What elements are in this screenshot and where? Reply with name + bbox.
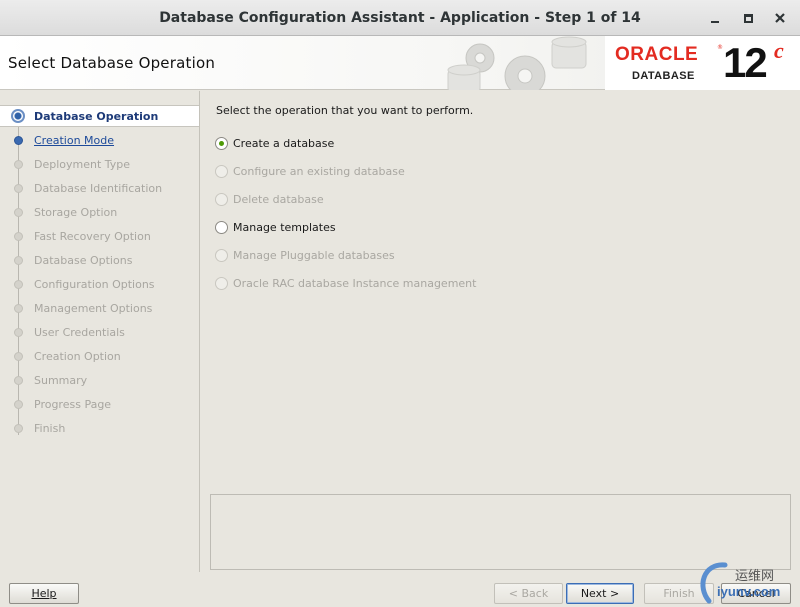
radio-icon[interactable]: [215, 192, 228, 206]
step-item-progress-page[interactable]: Progress Page: [0, 393, 199, 415]
help-button[interactable]: Help: [9, 583, 79, 604]
step-label: Progress Page: [34, 397, 112, 411]
radio-icon[interactable]: [215, 164, 228, 178]
step-status-icon: [14, 375, 23, 385]
oracle-wordmark: ORACLE: [615, 44, 699, 65]
cancel-button-label: Cancel: [737, 587, 775, 600]
radio-icon[interactable]: [215, 220, 228, 234]
header-banner: Select Database Operation ORACLE ® DATAB…: [0, 36, 800, 90]
option-label: Manage Pluggable databases: [233, 248, 395, 262]
step-label: Summary: [34, 373, 88, 387]
step-status-icon: [14, 207, 23, 217]
step-status-icon: [14, 135, 23, 145]
maximize-button[interactable]: [733, 0, 763, 36]
window-title: Database Configuration Assistant - Appli…: [159, 9, 641, 26]
step-item-user-credentials[interactable]: User Credentials: [0, 321, 199, 343]
next-button[interactable]: Next >: [566, 583, 634, 604]
option-label: Delete database: [233, 192, 324, 206]
step-item-storage-option[interactable]: Storage Option: [0, 201, 199, 223]
back-button[interactable]: < Back: [494, 583, 563, 604]
option-label: Create a database: [233, 136, 335, 150]
step-label: Fast Recovery Option: [34, 229, 151, 243]
step-label: Configuration Options: [34, 277, 155, 291]
step-status-icon: [14, 399, 23, 409]
step-item-database-operation[interactable]: Database Operation: [0, 105, 199, 127]
step-label: Database Operation: [34, 109, 159, 123]
option-label: Manage templates: [233, 220, 336, 234]
option-configure-an-existing-database[interactable]: Configure an existing database: [215, 162, 405, 180]
gears-illustration-icon: [447, 36, 587, 90]
step-status-icon: [14, 255, 23, 265]
close-button[interactable]: [765, 0, 795, 36]
step-item-database-options[interactable]: Database Options: [0, 249, 199, 271]
step-status-icon: [14, 351, 23, 361]
radio-icon[interactable]: [215, 136, 228, 150]
step-label: Storage Option: [34, 205, 118, 219]
step-status-icon: [14, 231, 23, 241]
option-create-a-database[interactable]: Create a database: [215, 134, 334, 152]
step-item-database-identification[interactable]: Database Identification: [0, 177, 199, 199]
step-label: User Credentials: [34, 325, 125, 339]
step-item-creation-option[interactable]: Creation Option: [0, 345, 199, 367]
step-label: Creation Option: [34, 349, 121, 363]
instruction-text: Select the operation that you want to pe…: [216, 104, 474, 117]
step-label: Management Options: [34, 301, 153, 315]
version-letter: c: [774, 38, 784, 63]
messages-area: [210, 494, 791, 570]
version-number: 12: [723, 39, 768, 86]
database-wordmark: DATABASE: [632, 70, 695, 82]
step-status-icon: [14, 327, 23, 337]
step-item-fast-recovery-option[interactable]: Fast Recovery Option: [0, 225, 199, 247]
step-item-summary[interactable]: Summary: [0, 369, 199, 391]
window-titlebar: Database Configuration Assistant - Appli…: [0, 0, 800, 36]
close-icon: [775, 13, 785, 23]
step-status-icon: [11, 109, 25, 123]
step-item-creation-mode[interactable]: Creation Mode: [0, 129, 199, 151]
back-button-label: < Back: [508, 587, 549, 600]
maximize-icon: [743, 13, 753, 23]
step-status-icon: [14, 159, 23, 169]
step-status-icon: [14, 423, 23, 433]
page-title: Select Database Operation: [8, 54, 216, 72]
radio-icon[interactable]: [215, 276, 228, 290]
option-label: Configure an existing database: [233, 164, 405, 178]
step-label: Database Identification: [34, 181, 163, 195]
radio-icon[interactable]: [215, 248, 228, 262]
steps-panel: Database Operation Creation Mode Deploym…: [0, 91, 200, 572]
option-manage-templates[interactable]: Manage templates: [215, 218, 336, 236]
oracle-logo: ORACLE ® DATABASE 12 c: [605, 36, 800, 90]
cancel-button[interactable]: Cancel: [721, 583, 791, 604]
minimize-icon: [711, 21, 719, 23]
help-button-label: Help: [31, 587, 57, 600]
step-item-management-options[interactable]: Management Options: [0, 297, 199, 319]
step-item-finish[interactable]: Finish: [0, 417, 199, 439]
option-label: Oracle RAC database Instance management: [233, 276, 477, 290]
step-label: Creation Mode: [34, 133, 115, 147]
minimize-button[interactable]: [700, 0, 730, 36]
main-content: Select the operation that you want to pe…: [201, 91, 800, 572]
step-item-deployment-type[interactable]: Deployment Type: [0, 153, 199, 175]
option-delete-database[interactable]: Delete database: [215, 190, 324, 208]
step-label: Deployment Type: [34, 157, 131, 171]
step-status-icon: [14, 303, 23, 313]
finish-button-label: Finish: [663, 587, 695, 600]
step-label: Finish: [34, 421, 66, 435]
step-status-icon: [14, 279, 23, 289]
step-status-icon: [14, 183, 23, 193]
next-button-label: Next >: [580, 587, 620, 600]
option-oracle-rac-database-instance-management[interactable]: Oracle RAC database Instance management: [215, 274, 476, 292]
option-manage-pluggable-databases[interactable]: Manage Pluggable databases: [215, 246, 395, 264]
step-label: Database Options: [34, 253, 133, 267]
step-item-configuration-options[interactable]: Configuration Options: [0, 273, 199, 295]
finish-button[interactable]: Finish: [644, 583, 714, 604]
